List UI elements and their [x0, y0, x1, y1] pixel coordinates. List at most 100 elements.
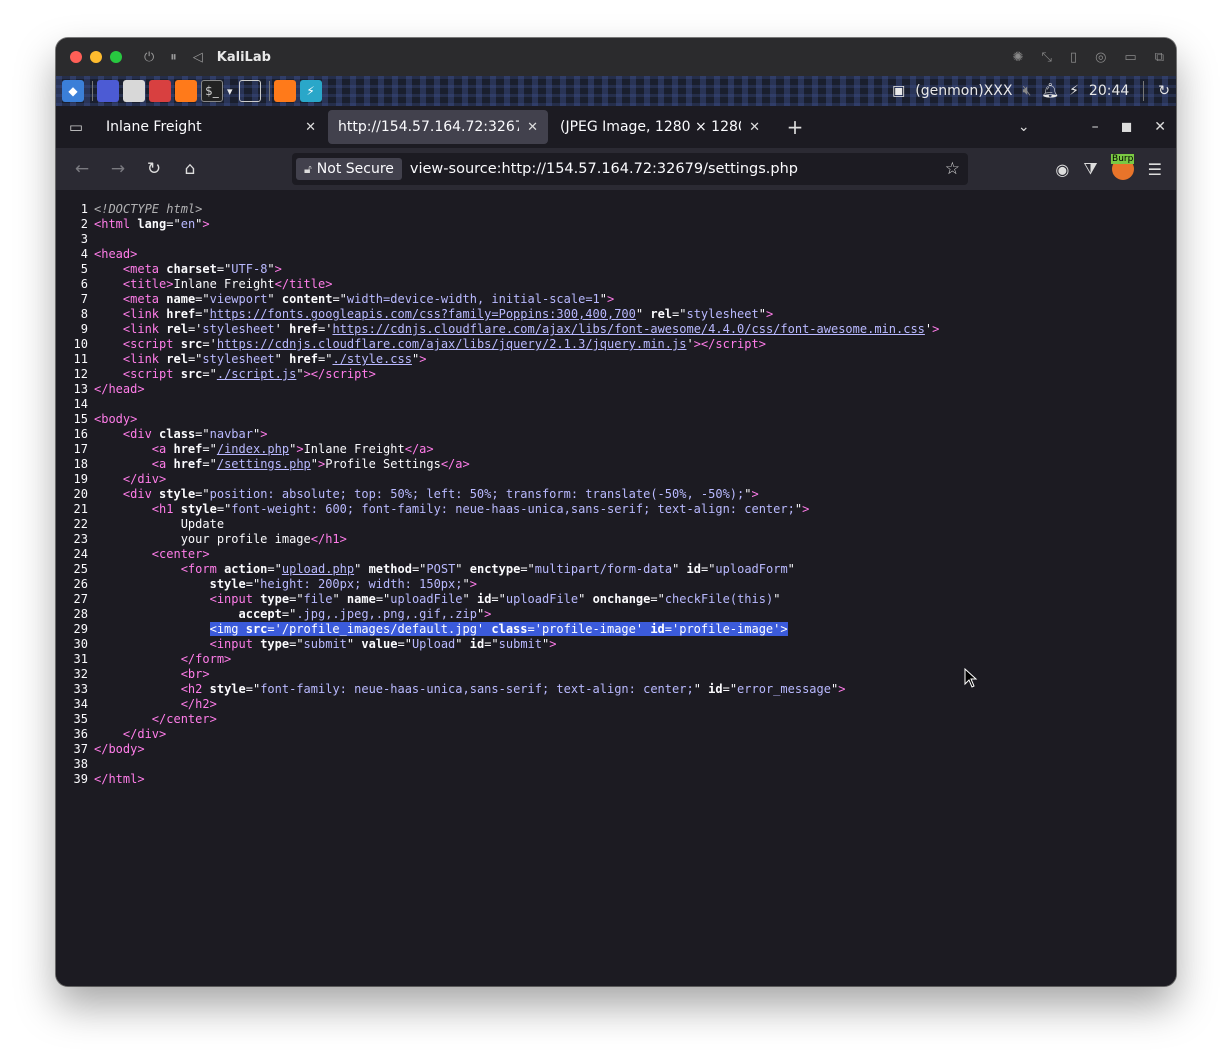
- line-number: 21: [73, 502, 88, 516]
- source-line: 35 </center>: [56, 712, 1176, 727]
- close-window-button[interactable]: [70, 51, 82, 63]
- line-number: 39: [73, 772, 88, 786]
- forward-button[interactable]: →: [100, 153, 136, 185]
- source-line: 22 Update: [56, 517, 1176, 532]
- terminal-icon[interactable]: $_: [201, 80, 223, 102]
- close-tab-icon[interactable]: ✕: [749, 120, 760, 135]
- source-code: </html>: [94, 772, 145, 786]
- line-number: 28: [73, 607, 88, 621]
- back-button[interactable]: ←: [64, 153, 100, 185]
- zoom-window-button[interactable]: [110, 51, 122, 63]
- firefox-task-icon[interactable]: [273, 80, 296, 102]
- source-line: 37 </body>: [56, 742, 1176, 757]
- line-number: 35: [73, 712, 88, 726]
- kali-panel: ◆ $_ ▾ ⚡ ▣ (genmon)XXX 🔇︎ 🔔︎ ⚡︎ 20:44 ↻: [56, 76, 1176, 106]
- line-number: 12: [73, 367, 88, 381]
- panel-tray: ▣ (genmon)XXX 🔇︎ 🔔︎ ⚡︎ 20:44 ↻: [892, 81, 1170, 101]
- source-line: 34 </h2>: [56, 697, 1176, 712]
- site-security-indicator[interactable]: 🔓︎ Not Secure: [296, 158, 402, 180]
- network-icon[interactable]: ◎: [1095, 50, 1106, 65]
- clock[interactable]: 20:44: [1089, 83, 1129, 99]
- back-triangle-icon[interactable]: ◁: [193, 50, 203, 65]
- source-line: 11 <link rel="stylesheet" href="./style.…: [56, 352, 1176, 367]
- menu-icon[interactable]: ☰: [1148, 160, 1162, 179]
- source-code: <link href="https://fonts.googleapis.com…: [122, 307, 774, 321]
- new-tab-button[interactable]: +: [780, 115, 810, 139]
- minimize-window-button[interactable]: [90, 51, 102, 63]
- source-code: <br>: [180, 667, 210, 681]
- close-tab-icon[interactable]: ✕: [305, 120, 316, 135]
- vm-titlebar: ⏻ ⏸ ◁ KaliLab ✺ ⤡ ▯ ◎ ▭ ⧉: [56, 38, 1176, 76]
- url-bar[interactable]: 🔓︎ Not Secure view-source:http://154.57.…: [292, 153, 968, 185]
- source-line: 12 <script src="./script.js"></script>: [56, 367, 1176, 382]
- refresh-session-icon[interactable]: ↻: [1158, 83, 1170, 99]
- toolbar-actions: ◉ ⧩ Burp ☰: [1055, 154, 1168, 180]
- source-line: 19 </div>: [56, 472, 1176, 487]
- line-number: 8: [80, 307, 88, 321]
- tab-inlane-freight[interactable]: Inlane Freight ✕: [96, 110, 326, 144]
- line-number: 26: [73, 577, 88, 591]
- windows-icon[interactable]: ⧉: [1155, 50, 1164, 65]
- pause-icon[interactable]: ⏸: [170, 50, 177, 65]
- source-line: 4 <head>: [56, 247, 1176, 262]
- maximize-icon[interactable]: ◼: [1121, 119, 1133, 135]
- source-code: <input type="submit" value="Upload" id="…: [209, 637, 557, 651]
- url-text[interactable]: view-source:http://154.57.164.72:32679/s…: [410, 161, 945, 177]
- source-code: <a href="/index.php">Inlane Freight</a>: [151, 442, 434, 456]
- account-icon[interactable]: ◉: [1055, 160, 1069, 179]
- source-code: <script src='https://cdnjs.cloudflare.co…: [122, 337, 766, 351]
- line-number: 23: [73, 532, 88, 546]
- source-code: [94, 397, 1176, 412]
- source-line: 13 </head>: [56, 382, 1176, 397]
- line-number: 20: [73, 487, 88, 501]
- tab-jpeg-image[interactable]: (JPEG Image, 1280 × 1280 pixels) ✕: [550, 110, 770, 144]
- chevron-down-icon[interactable]: ▾: [227, 85, 233, 98]
- desktop-icon[interactable]: [97, 80, 119, 102]
- folder-icon[interactable]: ▭: [1124, 50, 1136, 65]
- line-number: 33: [73, 682, 88, 696]
- source-code: <meta charset="UTF-8">: [122, 262, 282, 276]
- bell-icon[interactable]: 🔔︎: [1041, 83, 1059, 99]
- nav-toolbar: ← → ↻ ⌂ 🔓︎ Not Secure view-source:http:/…: [56, 148, 1176, 190]
- reload-button[interactable]: ↻: [136, 153, 172, 185]
- kali-menu-icon[interactable]: ◆: [62, 80, 84, 102]
- brightness-icon[interactable]: ✺: [1013, 50, 1024, 65]
- resize-icon[interactable]: ⤡: [1042, 50, 1052, 65]
- muted-speaker-icon[interactable]: 🔇︎: [1022, 83, 1031, 99]
- source-line: 39 </html>: [56, 772, 1176, 787]
- source-code: accept=".jpg,.jpeg,.png,.gif,.zip">: [238, 607, 492, 621]
- source-code: <center>: [151, 547, 210, 561]
- close-icon[interactable]: ✕: [1154, 119, 1166, 135]
- power-manager-icon[interactable]: ⚡︎: [1069, 83, 1079, 99]
- burp-extension-icon[interactable]: Burp: [1111, 154, 1135, 180]
- list-all-tabs-icon[interactable]: ⌄: [1018, 119, 1030, 135]
- source-line: 18 <a href="/settings.php">Profile Setti…: [56, 457, 1176, 472]
- close-tab-icon[interactable]: ✕: [527, 120, 538, 135]
- source-code: <title>Inlane Freight</title>: [122, 277, 333, 291]
- burp-task-icon[interactable]: ⚡: [299, 80, 322, 102]
- source-code: [94, 232, 1176, 247]
- line-number: 30: [73, 637, 88, 651]
- bookmark-star-icon[interactable]: ☆: [945, 159, 960, 179]
- source-line: 32 <br>: [56, 667, 1176, 682]
- workspace-icon[interactable]: [238, 80, 261, 102]
- file-manager-icon[interactable]: [123, 80, 145, 102]
- line-number: 9: [80, 322, 88, 336]
- source-line: 1 <!DOCTYPE html>: [56, 202, 1176, 217]
- source-code: <h1 style="font-weight: 600; font-family…: [151, 502, 810, 516]
- source-line: 3: [56, 232, 1176, 247]
- power-icon[interactable]: ⏻: [144, 50, 154, 65]
- tab-view-source[interactable]: http://154.57.164.72:32679/settings.php …: [328, 110, 548, 144]
- extensions-icon[interactable]: ⧩: [1083, 159, 1097, 179]
- tab-list-icon[interactable]: ▭: [56, 106, 96, 148]
- home-button[interactable]: ⌂: [172, 153, 208, 185]
- text-editor-icon[interactable]: [149, 80, 171, 102]
- source-line: 2 <html lang="en">: [56, 217, 1176, 232]
- minimize-icon[interactable]: –: [1092, 119, 1099, 135]
- line-number: 10: [73, 337, 88, 351]
- source-line: 6 <title>Inlane Freight</title>: [56, 277, 1176, 292]
- vm-controls: ⏻ ⏸ ◁: [144, 50, 203, 65]
- firefox-launcher-icon[interactable]: [175, 80, 197, 102]
- source-line: 26 style="height: 200px; width: 150px;">: [56, 577, 1176, 592]
- usb-icon[interactable]: ▯: [1070, 50, 1077, 65]
